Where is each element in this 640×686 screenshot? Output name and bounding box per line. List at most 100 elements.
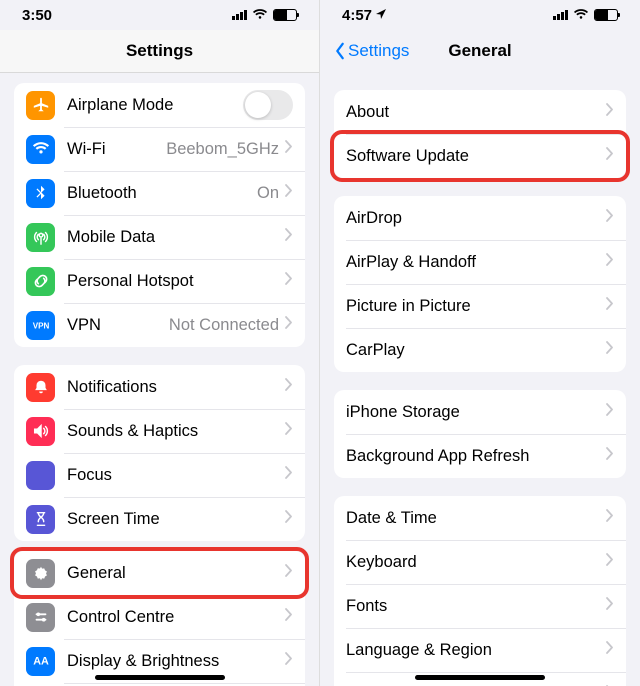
row-value: Beebom_5GHz <box>166 140 279 159</box>
chevron-right-icon <box>606 447 614 465</box>
row-label: AirPlay & Handoff <box>346 253 606 272</box>
back-button[interactable]: Settings <box>334 41 409 61</box>
nav-bar: Settings <box>0 30 319 72</box>
row-label: Language & Region <box>346 641 606 660</box>
wifi-icon <box>26 135 55 164</box>
chevron-right-icon <box>606 253 614 271</box>
row-iphone-storage[interactable]: iPhone Storage <box>334 390 626 434</box>
chevron-right-icon <box>285 652 293 670</box>
chevron-right-icon <box>606 297 614 315</box>
settings-list[interactable]: Airplane Mode Wi-FiBeebom_5GHzBluetoothOn… <box>0 73 319 686</box>
row-mobile-data[interactable]: Mobile Data <box>14 215 305 259</box>
row-fonts[interactable]: Fonts <box>334 584 626 628</box>
row-label: Focus <box>67 466 285 485</box>
back-label: Settings <box>348 41 409 61</box>
row-bluetooth[interactable]: BluetoothOn <box>14 171 305 215</box>
vpn-icon: VPN <box>26 311 55 340</box>
row-keyboard[interactable]: Keyboard <box>334 540 626 584</box>
group-general: General Control Centre AA Display & Brightn… <box>14 551 305 686</box>
row-value: Not Connected <box>169 316 279 335</box>
row-vpn[interactable]: VPNVPNNot Connected <box>14 303 305 347</box>
chevron-right-icon <box>285 378 293 396</box>
row-label: Sounds & Haptics <box>67 422 285 441</box>
battery-icon <box>594 9 618 21</box>
speaker-icon <box>26 417 55 446</box>
row-label: Mobile Data <box>67 228 285 247</box>
row-screen-time[interactable]: Screen Time <box>14 497 305 541</box>
row-label: Screen Time <box>67 510 285 529</box>
row-label: General <box>67 564 285 583</box>
row-label: Airplane Mode <box>67 96 243 115</box>
row-label: Display & Brightness <box>67 652 285 671</box>
chevron-right-icon <box>606 641 614 659</box>
row-airplane-mode[interactable]: Airplane Mode <box>14 83 305 127</box>
battery-icon <box>273 9 297 21</box>
row-label: Bluetooth <box>67 184 257 203</box>
chevron-right-icon <box>285 466 293 484</box>
chevron-right-icon <box>285 608 293 626</box>
group-notifications: Notifications Sounds & Haptics Focus Screen… <box>14 365 305 541</box>
status-icons <box>553 7 618 24</box>
row-label: Keyboard <box>346 553 606 572</box>
home-indicator <box>95 675 225 680</box>
status-time: 3:50 <box>22 7 52 24</box>
row-wi-fi[interactable]: Wi-FiBeebom_5GHz <box>14 127 305 171</box>
aa-icon: AA <box>26 647 55 676</box>
chevron-right-icon <box>285 228 293 246</box>
home-indicator <box>415 675 545 680</box>
row-label: CarPlay <box>346 341 606 360</box>
general-screen: 4:57 Settings General About Software Upda… <box>320 0 640 686</box>
svg-text:AA: AA <box>33 656 49 668</box>
group-datetime: Date & Time Keyboard Fonts Language & Regio… <box>334 496 626 686</box>
nav-bar: Settings General <box>320 30 640 72</box>
status-time: 4:57 <box>342 7 386 24</box>
group-storage: iPhone Storage Background App Refresh <box>334 390 626 478</box>
antenna-icon <box>26 223 55 252</box>
row-label: Background App Refresh <box>346 447 606 466</box>
row-about[interactable]: About <box>334 90 626 134</box>
row-carplay[interactable]: CarPlay <box>334 328 626 372</box>
chevron-right-icon <box>285 184 293 202</box>
airplane-icon <box>26 91 55 120</box>
chevron-right-icon <box>285 564 293 582</box>
bluetooth-icon <box>26 179 55 208</box>
row-label: Software Update <box>346 147 606 166</box>
row-label: Date & Time <box>346 509 606 528</box>
row-control-centre[interactable]: Control Centre <box>14 595 305 639</box>
wifi-icon <box>252 7 268 24</box>
row-label: Control Centre <box>67 608 285 627</box>
row-general[interactable]: General <box>14 551 305 595</box>
toggle[interactable] <box>243 90 293 120</box>
chevron-right-icon <box>606 403 614 421</box>
row-personal-hotspot[interactable]: Personal Hotspot <box>14 259 305 303</box>
row-sounds-haptics[interactable]: Sounds & Haptics <box>14 409 305 453</box>
row-label: VPN <box>67 316 169 335</box>
link-icon <box>26 267 55 296</box>
row-software-update[interactable]: Software Update <box>334 134 626 178</box>
row-date-time[interactable]: Date & Time <box>334 496 626 540</box>
chevron-right-icon <box>606 597 614 615</box>
row-picture-in-picture[interactable]: Picture in Picture <box>334 284 626 328</box>
row-airplay-handoff[interactable]: AirPlay & Handoff <box>334 240 626 284</box>
moon-icon <box>26 461 55 490</box>
row-focus[interactable]: Focus <box>14 453 305 497</box>
general-list[interactable]: About Software Update AirDrop AirPlay & Ha… <box>320 72 640 686</box>
signal-icon <box>232 10 247 20</box>
group-connectivity: Airplane Mode Wi-FiBeebom_5GHzBluetoothOn… <box>14 83 305 347</box>
row-label: Fonts <box>346 597 606 616</box>
hourglass-icon <box>26 505 55 534</box>
row-label: AirDrop <box>346 209 606 228</box>
row-label: About <box>346 103 606 122</box>
chevron-right-icon <box>285 316 293 334</box>
row-language-region[interactable]: Language & Region <box>334 628 626 672</box>
row-label: Personal Hotspot <box>67 272 285 291</box>
chevron-right-icon <box>606 341 614 359</box>
row-background-app-refresh[interactable]: Background App Refresh <box>334 434 626 478</box>
status-icons <box>232 7 297 24</box>
page-title: General <box>448 41 511 61</box>
signal-icon <box>553 10 568 20</box>
chevron-right-icon <box>285 272 293 290</box>
row-notifications[interactable]: Notifications <box>14 365 305 409</box>
chevron-right-icon <box>606 147 614 165</box>
row-airdrop[interactable]: AirDrop <box>334 196 626 240</box>
